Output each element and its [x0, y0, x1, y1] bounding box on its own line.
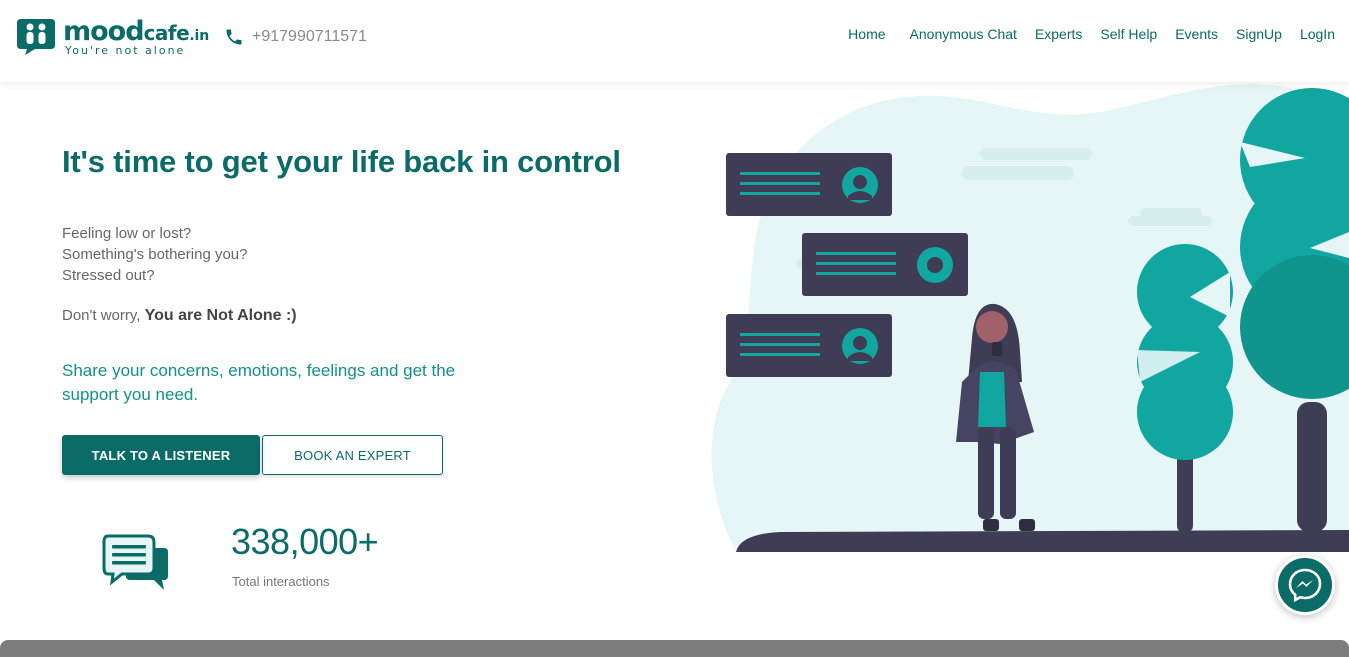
chat-bubbles-icon: [102, 534, 168, 590]
question-line: Something's bothering you?: [62, 246, 248, 263]
people-chat-icon: [17, 19, 55, 55]
reassurance-text: Don't worry, You are Not Alone :): [62, 307, 297, 325]
phone-contact[interactable]: +917990711571: [224, 25, 367, 49]
nav-home[interactable]: Home: [848, 26, 885, 42]
logo[interactable]: moodcafe.in You're not alone: [17, 17, 217, 59]
phone-number: +917990711571: [252, 28, 367, 45]
share-text: Share your concerns, emotions, feelings …: [62, 361, 456, 404]
brand-name-tld: .in: [189, 28, 210, 44]
ground: [736, 530, 1349, 552]
question-line: Stressed out?: [62, 267, 155, 284]
hero-questions: Feeling low or lost? Something's botheri…: [62, 223, 248, 286]
nav-login[interactable]: LogIn: [1300, 26, 1335, 42]
chat-card-1: [726, 153, 892, 216]
brand-name-sub: cafe: [143, 21, 190, 45]
main-nav: Home Anonymous Chat Experts Self Help Ev…: [830, 26, 1335, 42]
messenger-chat-button[interactable]: [1275, 555, 1335, 615]
nav-signup[interactable]: SignUp: [1236, 26, 1282, 42]
nav-self-help[interactable]: Self Help: [1100, 26, 1157, 42]
bottom-scroll-bar: [0, 640, 1349, 657]
chat-card-2: [802, 233, 968, 296]
interactions-label: Total interactions: [232, 574, 330, 589]
brand-name-main: mood: [63, 16, 145, 47]
nav-anonymous-chat[interactable]: Anonymous Chat: [910, 26, 1017, 42]
hero-title: It's time to get your life back in contr…: [62, 144, 621, 179]
phone-icon: [226, 29, 242, 45]
reassurance-emphasis: You are Not Alone :): [144, 307, 297, 324]
book-expert-button[interactable]: BOOK AN EXPERT: [262, 435, 443, 475]
hero-illustration: [711, 83, 1349, 553]
messenger-icon: [1288, 568, 1322, 603]
chat-card-3: [726, 314, 892, 377]
question-line: Feeling low or lost?: [62, 225, 192, 242]
nav-events[interactable]: Events: [1175, 26, 1218, 42]
reassurance-prefix: Don't worry,: [62, 307, 141, 324]
nav-experts[interactable]: Experts: [1035, 26, 1082, 42]
interactions-count: 338,000+: [231, 521, 379, 562]
site-header: moodcafe.in You're not alone +9179907115…: [0, 0, 1349, 82]
brand-tagline: You're not alone: [65, 44, 186, 57]
talk-to-listener-button[interactable]: TALK TO A LISTENER: [62, 435, 260, 475]
